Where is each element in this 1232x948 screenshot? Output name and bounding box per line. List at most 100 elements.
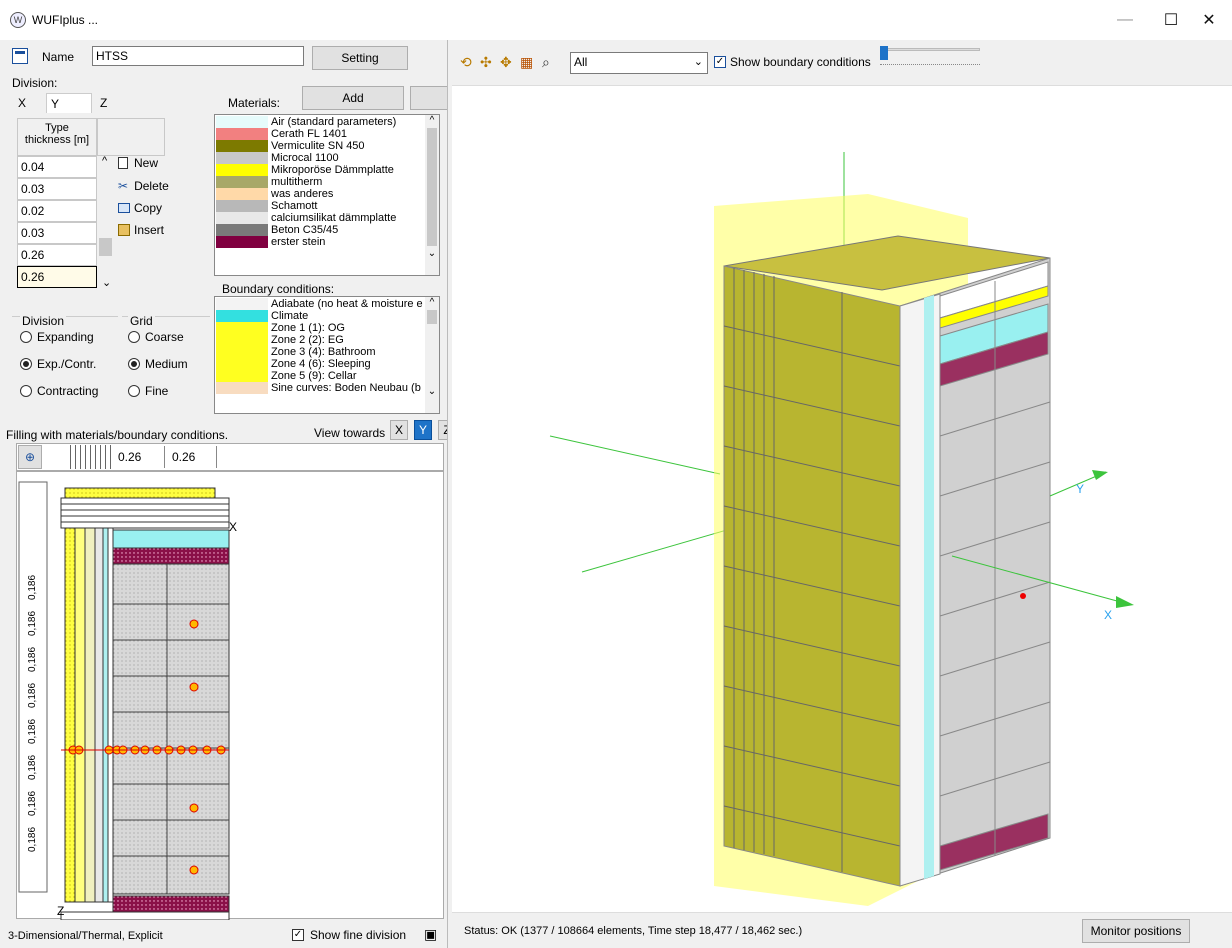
tab-y[interactable]: Y	[46, 93, 92, 113]
zoom-icon[interactable]: ⊕	[18, 445, 42, 469]
view-z-button[interactable]: Z	[438, 420, 447, 440]
boundary-item[interactable]: Zone 3 (4): Bathroom	[216, 346, 438, 358]
material-item[interactable]: Air (standard parameters)	[216, 116, 438, 128]
material-item[interactable]: Beton C35/45	[216, 224, 438, 236]
boundary-item[interactable]: Zone 5 (9): Cellar	[216, 370, 438, 382]
materials-scrollbar[interactable]: ^ ⌄	[425, 115, 439, 275]
material-item[interactable]: Microcal 1100	[216, 152, 438, 164]
pan-icon[interactable]: ✥	[500, 54, 512, 71]
material-item[interactable]: erster stein	[216, 236, 438, 248]
thickness-cell-selected[interactable]: 0.26	[17, 266, 97, 288]
zoom-icon[interactable]: ⌕	[542, 54, 550, 71]
column-header: 0.26	[172, 450, 196, 464]
header-divider	[216, 446, 217, 468]
strip	[84, 527, 96, 903]
axis-line	[549, 435, 721, 475]
left-panel: Name HTSS Setting Division: X Y Z Type t…	[0, 40, 448, 948]
material-item[interactable]: Schamott	[216, 200, 438, 212]
delete-material-button[interactable]	[410, 86, 447, 110]
rotate-icon[interactable]: ⟲	[460, 54, 472, 71]
add-button[interactable]: Add	[302, 86, 404, 110]
show-fine-checkbox[interactable]: ✓ Show fine division	[292, 928, 406, 942]
delete-label: Delete	[134, 179, 169, 193]
fit-view-icon[interactable]: ▦	[520, 54, 533, 71]
material-item[interactable]: calciumsilikat dämmplatte	[216, 212, 438, 224]
division-contracting-radio[interactable]: Contracting	[20, 384, 98, 398]
materials-scroll-thumb[interactable]	[427, 128, 437, 246]
material-item[interactable]: Mikroporöse Dämmplatte	[216, 164, 438, 176]
grid-medium-radio[interactable]: Medium	[128, 357, 188, 371]
radio-icon	[20, 331, 32, 343]
name-input[interactable]: HTSS	[92, 46, 304, 66]
layer-dropdown[interactable]: All ⌄	[570, 52, 708, 74]
copy-action[interactable]: Copy	[118, 201, 162, 215]
boundary-item[interactable]: Zone 4 (6): Sleeping	[216, 358, 438, 370]
material-item[interactable]: Cerath FL 1401	[216, 128, 438, 140]
scroll-up-icon[interactable]: ^	[425, 297, 439, 308]
delete-action[interactable]: ✂ Delete	[118, 179, 169, 193]
monitor-point[interactable]	[189, 865, 199, 875]
scroll-down-icon[interactable]: ⌄	[425, 248, 439, 259]
close-button[interactable]: ✕	[1186, 0, 1232, 40]
scroll-down-icon[interactable]: ⌄	[425, 386, 439, 397]
monitor-point[interactable]	[1020, 593, 1026, 599]
top-layer-lines	[60, 497, 230, 529]
row-label: 0,186	[27, 682, 38, 708]
division-expanding-radio[interactable]: Expanding	[20, 330, 94, 344]
boundary-scroll-thumb[interactable]	[427, 310, 437, 324]
scissors-icon: ✂	[118, 179, 129, 193]
thickness-cell[interactable]: 0.03	[17, 222, 97, 244]
checkbox-checked-icon: ✓	[714, 56, 726, 68]
filling-canvas[interactable]: X Z 0,186 0,186 0,186 0,186 0,186 0,186 …	[16, 471, 444, 921]
boundary-item[interactable]: Sine curves: Boden Neubau (b	[216, 382, 438, 394]
division-label: Division:	[12, 76, 58, 90]
division-expcontr-radio[interactable]: Exp./Contr.	[20, 357, 96, 371]
boundary-item[interactable]: Zone 1 (1): OG	[216, 322, 438, 334]
boundary-item[interactable]: Zone 2 (2): EG	[216, 334, 438, 346]
thickness-cell[interactable]: 0.04	[17, 156, 97, 178]
radio-label: Fine	[145, 384, 169, 398]
new-action[interactable]: New	[118, 156, 158, 170]
radio-icon	[128, 385, 140, 397]
thickness-cell[interactable]: 0.03	[17, 178, 97, 200]
show-boundary-checkbox[interactable]: ✓ Show boundary conditions	[714, 55, 871, 69]
scroll-up-icon[interactable]: ^	[102, 155, 107, 167]
monitor-point[interactable]	[189, 682, 199, 692]
copy-icon	[118, 203, 130, 213]
monitor-point[interactable]	[189, 619, 199, 629]
boundary-scrollbar[interactable]: ^ ⌄	[425, 297, 439, 413]
component-icon[interactable]	[12, 48, 28, 64]
view-y-button[interactable]: Y	[414, 420, 432, 440]
material-label: multitherm	[271, 176, 323, 188]
material-item[interactable]: multitherm	[216, 176, 438, 188]
camera-icon[interactable]: ▣	[424, 926, 437, 943]
grid-fine-radio[interactable]: Fine	[128, 384, 168, 398]
scroll-up-icon[interactable]: ^	[425, 115, 439, 126]
boundary-list[interactable]: Adiabate (no heat & moisture e Climate Zon…	[214, 296, 440, 414]
setting-button[interactable]: Setting	[312, 46, 408, 70]
material-item[interactable]: Vermiculite SN 450	[216, 140, 438, 152]
material-swatch	[216, 236, 268, 248]
boundary-swatch	[216, 310, 268, 322]
3d-model-view[interactable]	[452, 86, 1232, 910]
monitor-point[interactable]	[189, 803, 199, 813]
tab-z[interactable]: Z	[96, 93, 111, 113]
rotate-free-icon[interactable]: ✣	[480, 54, 492, 71]
minimize-button[interactable]: —	[1102, 0, 1148, 40]
boundary-item[interactable]: Climate	[216, 310, 438, 322]
thickness-cell[interactable]: 0.02	[17, 200, 97, 222]
materials-list[interactable]: Air (standard parameters) Cerath FL 1401 V…	[214, 114, 440, 276]
slider-thumb[interactable]	[880, 46, 888, 60]
material-item[interactable]: was anderes	[216, 188, 438, 200]
thickness-cell[interactable]: 0.26	[17, 244, 97, 266]
grid-coarse-radio[interactable]: Coarse	[128, 330, 184, 344]
boundary-item[interactable]: Adiabate (no heat & moisture e	[216, 298, 438, 310]
time-slider[interactable]	[876, 46, 984, 72]
insert-action[interactable]: Insert	[118, 223, 164, 237]
scroll-down-icon[interactable]: ⌄	[102, 276, 111, 289]
monitor-positions-button[interactable]: Monitor positions	[1082, 919, 1190, 943]
view-x-button[interactable]: X	[390, 420, 408, 440]
thickness-scrollbar-thumb[interactable]	[99, 238, 112, 256]
status-bar: Status: OK (1377 / 108664 elements, Time…	[452, 912, 1232, 948]
tab-x[interactable]: X	[14, 93, 30, 113]
